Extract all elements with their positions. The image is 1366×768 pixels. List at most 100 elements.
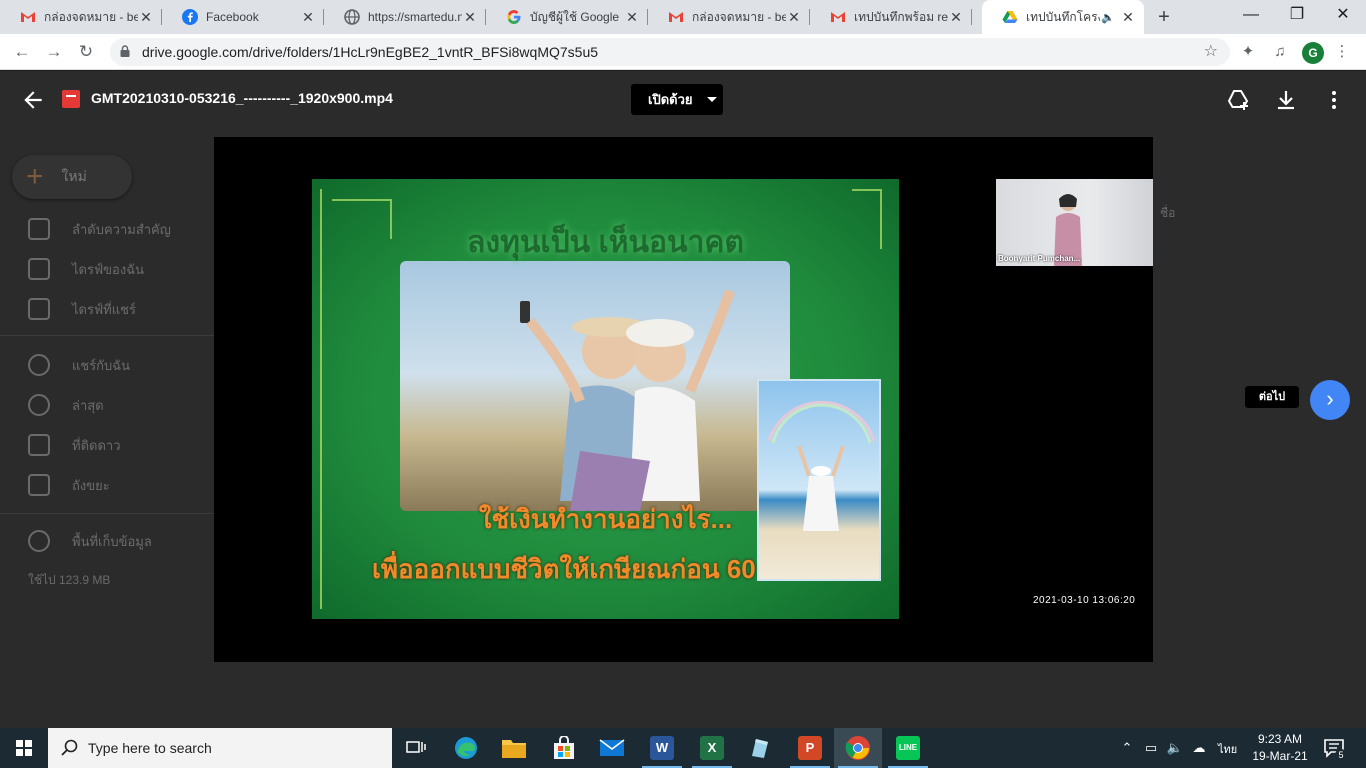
sidebar-item-my-drive: ไดรฟ์ของฉัน (28, 257, 144, 281)
close-tab-icon[interactable]: ✕ (300, 9, 316, 25)
restore-button[interactable]: ❐ (1274, 0, 1320, 30)
close-tab-icon[interactable]: ✕ (948, 9, 964, 25)
sort-label: ชื่อ (1160, 206, 1176, 220)
close-tab-icon[interactable]: ✕ (786, 9, 802, 25)
open-with-label: เปิดด้วย (648, 92, 693, 107)
star-icon (28, 434, 50, 456)
tab-title: เทปบันทึกพร้อม repo (854, 9, 948, 24)
edge-icon[interactable] (442, 728, 490, 768)
excel-icon[interactable]: X (688, 728, 736, 768)
cloud-icon (28, 530, 50, 552)
browser-tab[interactable]: Facebook ✕ (162, 0, 324, 34)
mail-icon[interactable] (588, 728, 636, 768)
add-to-drive-icon[interactable] (1226, 88, 1250, 112)
back-nav-icon[interactable]: ← (10, 40, 34, 64)
next-tooltip: ต่อไป (1245, 386, 1299, 408)
onedrive-cloud-icon[interactable]: ☁ (1190, 739, 1208, 757)
people-icon (28, 354, 50, 376)
url-text: drive.google.com/drive/folders/1HcLr9nEg… (142, 44, 599, 60)
forward-nav-icon[interactable]: → (42, 40, 66, 64)
check-box-icon (28, 218, 50, 240)
microsoft-store-icon[interactable] (540, 728, 588, 768)
sidebar-item-label: ไดรฟ์ของฉัน (72, 261, 144, 277)
minimize-button[interactable]: — (1228, 0, 1274, 30)
gmail-icon (20, 9, 36, 25)
search-icon (61, 739, 78, 756)
video-player[interactable]: ลงทุนเป็น เห็นอนาคต ใช้เงินทำงานอย่างไร.… (214, 137, 1153, 662)
sidebar-item-trash: ถังขยะ (28, 473, 110, 497)
volume-icon[interactable]: 🔈 (1166, 739, 1184, 757)
sidebar-item-label: ไดรฟ์ที่แชร์ (72, 301, 136, 317)
extensions-puzzle-icon[interactable]: ✦ (1236, 40, 1260, 64)
download-icon[interactable] (1274, 88, 1298, 112)
close-tab-icon[interactable]: ✕ (624, 9, 640, 25)
notes-app-icon[interactable] (736, 728, 784, 768)
new-label: ใหม่ (61, 168, 87, 184)
more-options-icon[interactable] (1322, 88, 1346, 112)
browser-tab[interactable]: กล่องจดหมาย - benj ✕ (648, 0, 810, 34)
new-tab-button[interactable]: + (1152, 5, 1176, 29)
gmail-icon (668, 9, 684, 25)
tab-title: เทปบันทึกโครงก (1026, 9, 1100, 24)
sidebar-item-shared-with-me: แชร์กับฉัน (28, 353, 130, 377)
back-arrow-icon[interactable] (20, 87, 46, 113)
shared-slide: ลงทุนเป็น เห็นอนาคต ใช้เงินทำงานอย่างไร.… (312, 179, 899, 619)
show-hidden-icons-chevron-icon[interactable]: ⌃ (1118, 739, 1136, 757)
task-view-icon[interactable] (392, 728, 440, 768)
browser-tab[interactable]: เทปบันทึกพร้อม repo ✕ (810, 0, 972, 34)
windows-start-icon[interactable] (0, 728, 48, 768)
chevron-down-icon (706, 97, 717, 102)
tab-title: Facebook (206, 10, 259, 24)
tab-title: กล่องจดหมาย - benj (44, 9, 138, 24)
sidebar-item-priority: ลำดับความสำคัญ (28, 217, 171, 241)
browser-tab[interactable]: บัญชีผู้ใช้ Google ✕ (486, 0, 648, 34)
browser-tab[interactable]: https://smartedu.n ✕ (324, 0, 486, 34)
word-icon[interactable]: W (638, 728, 686, 768)
slide-title: ลงทุนเป็น เห็นอนาคต (467, 226, 744, 259)
open-with-button[interactable]: เปิดด้วย (631, 84, 723, 115)
drive-folder-icon (28, 258, 50, 280)
slide-text-line-2: เพื่อออกแบบชีวิตให้เกษียณก่อน 60 (372, 554, 756, 584)
bookmark-star-icon[interactable]: ☆ (1204, 38, 1218, 66)
browser-menu-icon[interactable]: ⋮ (1330, 40, 1354, 64)
browser-tab[interactable]: กล่องจดหมาย - benj ✕ (0, 0, 162, 34)
storage-used-text: ใช้ไป 123.9 MB (28, 573, 111, 587)
profile-avatar[interactable]: G (1302, 42, 1324, 64)
notification-count-badge: 5 (1335, 749, 1347, 761)
browser-toolbar: ← → ↻ drive.google.com/drive/folders/1Hc… (0, 34, 1366, 70)
facebook-icon (182, 9, 198, 25)
chrome-icon[interactable] (834, 728, 882, 768)
browser-tab-active[interactable]: เทปบันทึกโครงก 🔈 ✕ (982, 0, 1144, 34)
google-drive-icon (1002, 9, 1018, 25)
windows-taskbar: Type here to search W X P LINE ⌃ ▭ 🔈 ☁ ไ… (0, 728, 1366, 768)
clock-icon (28, 394, 50, 416)
close-tab-icon[interactable]: ✕ (1120, 9, 1136, 25)
clock-date[interactable]: 19-Mar-21 (1246, 749, 1314, 763)
input-language[interactable]: ไทย (1218, 740, 1237, 758)
sidebar-item-label: แชร์กับฉัน (72, 357, 131, 373)
video-file-icon (62, 90, 80, 108)
taskbar-search-box[interactable]: Type here to search (48, 728, 392, 768)
reload-icon[interactable]: ↻ (74, 40, 98, 64)
media-control-icon[interactable]: ♫ (1268, 40, 1292, 64)
sidebar-item-label: ที่ติดดาว (72, 437, 121, 453)
file-explorer-icon[interactable] (490, 728, 538, 768)
couple-selfie-image (400, 261, 790, 511)
next-file-button[interactable]: › (1310, 380, 1350, 420)
powerpoint-icon[interactable]: P (786, 728, 834, 768)
plus-icon: + (26, 160, 44, 193)
address-bar[interactable]: drive.google.com/drive/folders/1HcLr9nEg… (110, 38, 1230, 66)
close-tab-icon[interactable]: ✕ (138, 9, 154, 25)
gmail-icon (830, 9, 846, 25)
sidebar-item-label: ลำดับความสำคัญ (72, 221, 171, 237)
line-app-icon[interactable]: LINE (884, 728, 932, 768)
close-window-button[interactable]: ✕ (1320, 0, 1366, 30)
viewer-header: GMT20210310-053216_----------_1920x900.m… (0, 71, 1366, 129)
speaker-icon[interactable]: 🔈 (1100, 9, 1116, 25)
close-tab-icon[interactable]: ✕ (462, 9, 478, 25)
video-timestamp: 2021-03-10 13:06:20 (1033, 595, 1136, 606)
network-icon[interactable]: ▭ (1142, 739, 1160, 757)
shared-drive-icon (28, 298, 50, 320)
beach-woman-image (757, 379, 881, 581)
clock-time[interactable]: 9:23 AM (1246, 732, 1314, 746)
